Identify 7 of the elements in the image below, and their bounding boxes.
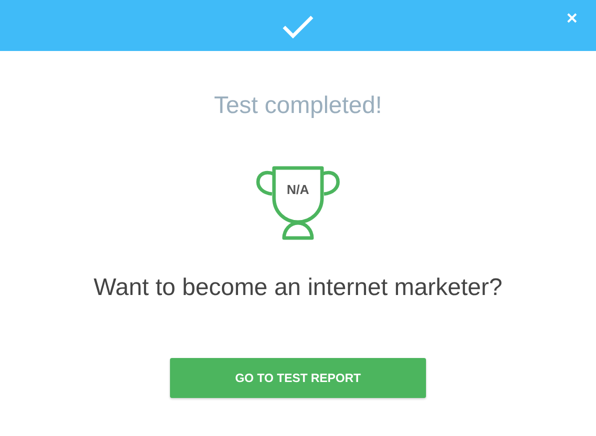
trophy-icon bbox=[255, 166, 341, 242]
checkmark-icon bbox=[282, 14, 314, 38]
close-icon[interactable] bbox=[567, 13, 577, 23]
question-text: Want to become an internet marketer? bbox=[94, 274, 502, 302]
score-text: N/A bbox=[286, 182, 310, 197]
test-report-button[interactable]: GO TO TEST REPORT bbox=[170, 358, 426, 398]
result-title: Test completed! bbox=[214, 92, 382, 120]
